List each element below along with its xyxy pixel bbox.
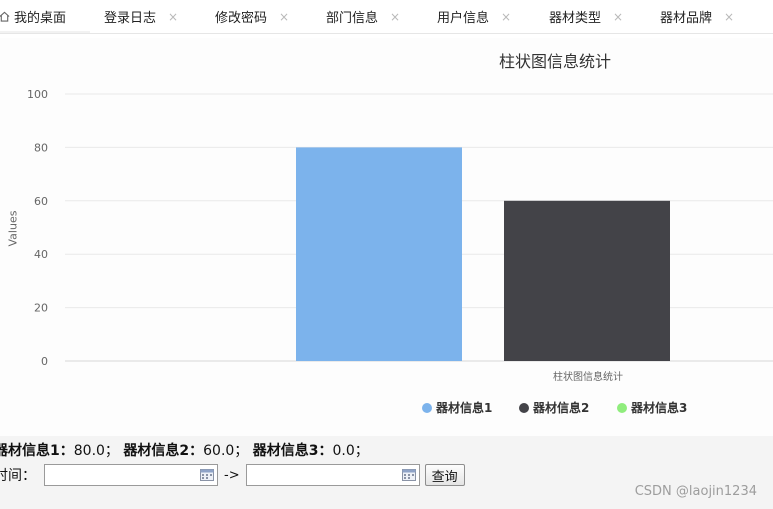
close-icon[interactable]: ×	[390, 10, 400, 24]
tab-change-password[interactable]: 修改密码 ×	[215, 0, 289, 33]
summary-value-3: 0.0；	[332, 443, 369, 459]
y-tick-label: 80	[34, 141, 48, 154]
tab-login-log[interactable]: 登录日志 ×	[104, 0, 178, 33]
summary-label-1: 器材信息1：	[0, 443, 74, 459]
legend-label-2: 器材信息2	[532, 400, 589, 415]
tab-equipment-brand[interactable]: 器材品牌 ×	[660, 0, 734, 33]
query-panel: 器材信息1：80.0； 器材信息2：60.0； 器材信息3：0.0； 时间： -…	[0, 436, 773, 509]
tab-label: 部门信息	[326, 11, 379, 26]
close-icon[interactable]: ×	[279, 10, 289, 24]
bar-1	[296, 147, 462, 361]
time-label: 时间：	[0, 468, 36, 484]
tab-department-info[interactable]: 部门信息 ×	[326, 0, 400, 33]
y-tick-label: 20	[34, 302, 48, 315]
summary-line: 器材信息1：80.0； 器材信息2：60.0； 器材信息3：0.0；	[0, 440, 369, 460]
tab-label: 修改密码	[215, 11, 268, 26]
legend-label-3: 器材信息3	[630, 400, 687, 415]
close-icon[interactable]: ×	[613, 10, 623, 24]
tab-bar: 我的桌面 登录日志 × 修改密码 × 部门信息 × 用户信息 × 器材类型 × …	[0, 0, 773, 34]
legend-marker-3	[617, 403, 627, 413]
close-icon[interactable]: ×	[168, 10, 178, 24]
home-icon	[0, 11, 10, 22]
close-icon[interactable]: ×	[724, 10, 734, 24]
summary-label-3: 器材信息3：	[252, 443, 333, 459]
tab-label: 器材品牌	[660, 11, 713, 26]
summary-label-2: 器材信息2：	[123, 443, 204, 459]
tab-label: 登录日志	[104, 11, 157, 26]
bar-2	[504, 200, 670, 361]
y-tick-label: 60	[34, 195, 48, 208]
watermark: CSDN @laojin1234	[634, 484, 757, 499]
legend-label-1: 器材信息1	[435, 400, 492, 415]
time-filter: 时间： -> 查询	[0, 462, 465, 488]
y-tick-label: 0	[41, 355, 48, 368]
tab-label: 器材类型	[549, 11, 602, 26]
calendar-icon[interactable]	[401, 468, 416, 481]
y-tick-label: 40	[34, 248, 48, 261]
tab-label: 我的桌面	[14, 11, 67, 26]
x-category-label: 柱状图信息统计	[553, 370, 623, 383]
legend-marker-2	[519, 403, 529, 413]
tab-label: 用户信息	[437, 11, 490, 26]
start-date-field[interactable]	[44, 464, 218, 486]
calendar-icon[interactable]	[200, 468, 214, 481]
query-button[interactable]: 查询	[424, 464, 465, 486]
y-tick-label: 100	[27, 88, 48, 101]
tab-my-desktop[interactable]: 我的桌面	[0, 0, 66, 33]
chart-panel: 柱状图信息统计 Values 100 80 60 40 20 0 柱状图信息统计 器材信息1 器…	[0, 38, 773, 436]
summary-value-1: 80.0；	[73, 443, 119, 459]
start-date-input[interactable]	[45, 465, 201, 485]
legend-marker-1	[422, 403, 432, 413]
summary-value-2: 60.0；	[203, 443, 249, 459]
end-date-field[interactable]	[245, 464, 420, 486]
active-tab-indicator	[0, 31, 90, 33]
range-arrow: ->	[224, 467, 240, 483]
close-icon[interactable]: ×	[501, 10, 511, 24]
bar-chart: 100 80 60 40 20 0 柱状图信息统计器材信息1 器材信息2 器材信息3	[27, 88, 773, 415]
tab-equipment-type[interactable]: 器材类型 ×	[549, 0, 623, 33]
end-date-input[interactable]	[246, 465, 403, 485]
tab-user-info[interactable]: 用户信息 ×	[437, 0, 511, 33]
